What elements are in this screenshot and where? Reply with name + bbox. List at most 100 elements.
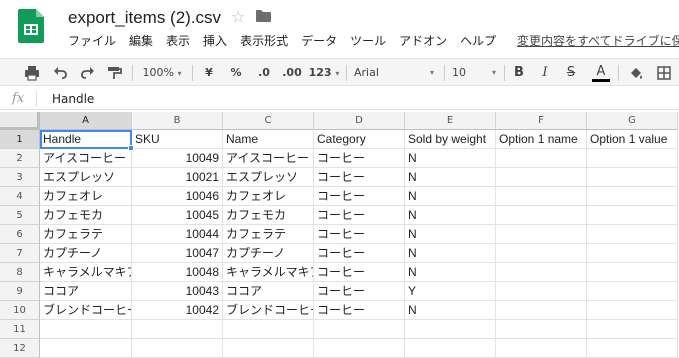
font-select[interactable]: Arial ▾ xyxy=(354,64,438,82)
currency-button[interactable]: ¥ xyxy=(202,64,216,82)
cell-f11[interactable] xyxy=(496,320,587,339)
cell-d4[interactable]: コーヒー xyxy=(314,187,405,206)
cell-c12[interactable] xyxy=(223,339,314,358)
more-formats-button[interactable]: 123 ▾ xyxy=(308,64,340,82)
cell-g10[interactable] xyxy=(587,301,678,320)
column-header-f[interactable]: F xyxy=(496,112,587,130)
cell-c10[interactable]: ブレンドコーヒー xyxy=(223,301,314,320)
cell-b9[interactable]: 10043 xyxy=(132,282,223,301)
column-header-a[interactable]: A xyxy=(40,112,132,130)
cell-g8[interactable] xyxy=(587,263,678,282)
cell-e11[interactable] xyxy=(405,320,496,339)
cell-d3[interactable]: コーヒー xyxy=(314,168,405,187)
cell-b4[interactable]: 10046 xyxy=(132,187,223,206)
cell-c9[interactable]: ココア xyxy=(223,282,314,301)
row-header-6[interactable]: 6 xyxy=(0,225,40,244)
cell-a8[interactable]: キャラメルマキア xyxy=(40,263,132,282)
fill-handle[interactable] xyxy=(128,145,134,151)
column-header-b[interactable]: B xyxy=(132,112,223,130)
font-size-select[interactable]: 10 ▾ xyxy=(452,64,498,82)
cell-e2[interactable]: N xyxy=(405,149,496,168)
select-all-corner[interactable] xyxy=(0,112,40,130)
cell-e3[interactable]: N xyxy=(405,168,496,187)
menu-tools[interactable]: ツール xyxy=(350,32,386,49)
menu-file[interactable]: ファイル xyxy=(68,32,116,49)
menu-format[interactable]: 表示形式 xyxy=(240,32,288,49)
cell-a1[interactable]: Handle xyxy=(40,130,132,149)
cell-g3[interactable] xyxy=(587,168,678,187)
row-header-1[interactable]: 1 xyxy=(0,130,40,149)
cell-f5[interactable] xyxy=(496,206,587,225)
cell-b8[interactable]: 10048 xyxy=(132,263,223,282)
cell-a9[interactable]: ココア xyxy=(40,282,132,301)
cell-b6[interactable]: 10044 xyxy=(132,225,223,244)
cell-b3[interactable]: 10021 xyxy=(132,168,223,187)
cell-e12[interactable] xyxy=(405,339,496,358)
cell-c6[interactable]: カフェラテ xyxy=(223,225,314,244)
formula-input[interactable]: Handle xyxy=(52,92,94,106)
paint-format-icon[interactable] xyxy=(106,65,122,81)
cell-g9[interactable] xyxy=(587,282,678,301)
cell-b7[interactable]: 10047 xyxy=(132,244,223,263)
cell-a2[interactable]: アイスコーヒー xyxy=(40,149,132,168)
row-header-10[interactable]: 10 xyxy=(0,301,40,320)
cell-d8[interactable]: コーヒー xyxy=(314,263,405,282)
undo-icon[interactable] xyxy=(52,65,68,81)
text-color-button[interactable]: A xyxy=(592,64,610,82)
column-header-c[interactable]: C xyxy=(223,112,314,130)
last-edit-link[interactable]: 変更内容をすべてドライブに保 xyxy=(517,32,679,49)
borders-icon[interactable] xyxy=(656,65,672,81)
cell-f12[interactable] xyxy=(496,339,587,358)
cell-b5[interactable]: 10045 xyxy=(132,206,223,225)
cell-d6[interactable]: コーヒー xyxy=(314,225,405,244)
cell-c3[interactable]: エスプレッソ xyxy=(223,168,314,187)
cell-e5[interactable]: N xyxy=(405,206,496,225)
cell-d7[interactable]: コーヒー xyxy=(314,244,405,263)
folder-icon[interactable] xyxy=(256,10,271,22)
row-header-7[interactable]: 7 xyxy=(0,244,40,263)
cell-d12[interactable] xyxy=(314,339,405,358)
cell-c11[interactable] xyxy=(223,320,314,339)
cell-b10[interactable]: 10042 xyxy=(132,301,223,320)
cell-e1[interactable]: Sold by weight xyxy=(405,130,496,149)
cell-c5[interactable]: カフェモカ xyxy=(223,206,314,225)
cell-b2[interactable]: 10049 xyxy=(132,149,223,168)
percent-button[interactable]: % xyxy=(228,64,244,82)
cell-a12[interactable] xyxy=(40,339,132,358)
cell-e8[interactable]: N xyxy=(405,263,496,282)
cell-f10[interactable] xyxy=(496,301,587,320)
fill-color-icon[interactable] xyxy=(628,65,644,81)
cell-c2[interactable]: アイスコーヒー xyxy=(223,149,314,168)
italic-button[interactable]: I xyxy=(538,64,552,82)
row-header-9[interactable]: 9 xyxy=(0,282,40,301)
column-header-g[interactable]: G xyxy=(587,112,678,130)
cell-d10[interactable]: コーヒー xyxy=(314,301,405,320)
row-header-3[interactable]: 3 xyxy=(0,168,40,187)
cell-e7[interactable]: N xyxy=(405,244,496,263)
cell-g11[interactable] xyxy=(587,320,678,339)
cell-e6[interactable]: N xyxy=(405,225,496,244)
increase-decimal-button[interactable]: .00 xyxy=(280,64,304,82)
row-header-4[interactable]: 4 xyxy=(0,187,40,206)
cell-a11[interactable] xyxy=(40,320,132,339)
row-header-11[interactable]: 11 xyxy=(0,320,40,339)
cell-b12[interactable] xyxy=(132,339,223,358)
cell-g7[interactable] xyxy=(587,244,678,263)
cell-f9[interactable] xyxy=(496,282,587,301)
cell-d5[interactable]: コーヒー xyxy=(314,206,405,225)
zoom-select[interactable]: 100% ▾ xyxy=(140,64,184,82)
redo-icon[interactable] xyxy=(80,65,96,81)
cell-f8[interactable] xyxy=(496,263,587,282)
cell-d2[interactable]: コーヒー xyxy=(314,149,405,168)
star-icon[interactable]: ☆ xyxy=(231,7,245,26)
menu-insert[interactable]: 挿入 xyxy=(203,32,227,49)
cell-c1[interactable]: Name xyxy=(223,130,314,149)
menu-view[interactable]: 表示 xyxy=(166,32,190,49)
cell-a10[interactable]: ブレンドコーヒー xyxy=(40,301,132,320)
cell-g4[interactable] xyxy=(587,187,678,206)
bold-button[interactable]: B xyxy=(512,64,526,82)
document-title[interactable]: export_items (2).csv xyxy=(68,8,221,28)
cell-a4[interactable]: カフェオレ xyxy=(40,187,132,206)
row-header-2[interactable]: 2 xyxy=(0,149,40,168)
row-header-8[interactable]: 8 xyxy=(0,263,40,282)
